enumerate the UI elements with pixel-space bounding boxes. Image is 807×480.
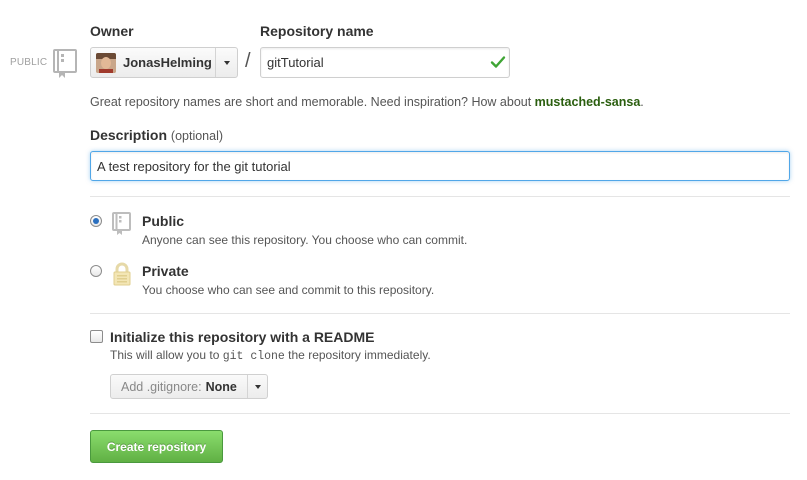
owner-name: JonasHelming xyxy=(123,55,212,70)
public-radio[interactable] xyxy=(90,215,102,227)
public-option-title: Public xyxy=(142,213,185,229)
private-option-description: You choose who can see and commit to thi… xyxy=(142,283,435,297)
repository-name-label: Repository name xyxy=(260,23,374,39)
repository-icon xyxy=(112,212,131,235)
private-radio[interactable] xyxy=(90,265,102,277)
readme-option-title: Initialize this repository with a README xyxy=(110,329,375,345)
description-label: Description (optional) xyxy=(90,127,223,143)
owner-repo-separator: / xyxy=(245,50,251,72)
divider xyxy=(90,413,790,414)
description-label-text: Description xyxy=(90,127,168,143)
check-icon xyxy=(490,56,506,68)
create-repository-button[interactable]: Create repository xyxy=(90,430,223,463)
owner-avatar xyxy=(96,52,116,73)
lock-icon xyxy=(113,262,131,286)
owner-select[interactable]: JonasHelming xyxy=(90,47,238,78)
hint-text: Great repository names are short and mem… xyxy=(90,95,535,109)
chevron-down-icon[interactable] xyxy=(247,375,267,398)
description-input[interactable] xyxy=(90,151,790,181)
name-suggestion: mustached-sansa xyxy=(534,95,641,109)
readme-desc-end: the repository immediately. xyxy=(284,348,431,362)
readme-option-description: This will allow you to git clone the rep… xyxy=(110,348,431,363)
public-badge-label: PUBLIC xyxy=(10,57,48,68)
gitignore-select[interactable]: Add .gitignore: None xyxy=(110,374,268,399)
private-option-title: Private xyxy=(142,263,189,279)
owner-label: Owner xyxy=(90,23,134,39)
readme-desc-text: This will allow you to xyxy=(110,348,223,362)
gitignore-value: None xyxy=(205,379,237,394)
public-option-description: Anyone can see this repository. You choo… xyxy=(142,233,468,247)
repository-name-hint: Great repository names are short and mem… xyxy=(90,95,644,109)
repository-icon xyxy=(53,49,77,78)
divider xyxy=(90,196,790,197)
optional-tag: (optional) xyxy=(170,129,224,143)
git-clone-code: git clone xyxy=(222,350,285,363)
readme-checkbox[interactable] xyxy=(90,330,103,343)
repository-name-input[interactable] xyxy=(260,47,510,78)
gitignore-label: Add .gitignore: xyxy=(121,379,202,394)
divider xyxy=(90,313,790,314)
hint-end: . xyxy=(640,95,644,109)
chevron-down-icon[interactable] xyxy=(215,48,237,77)
